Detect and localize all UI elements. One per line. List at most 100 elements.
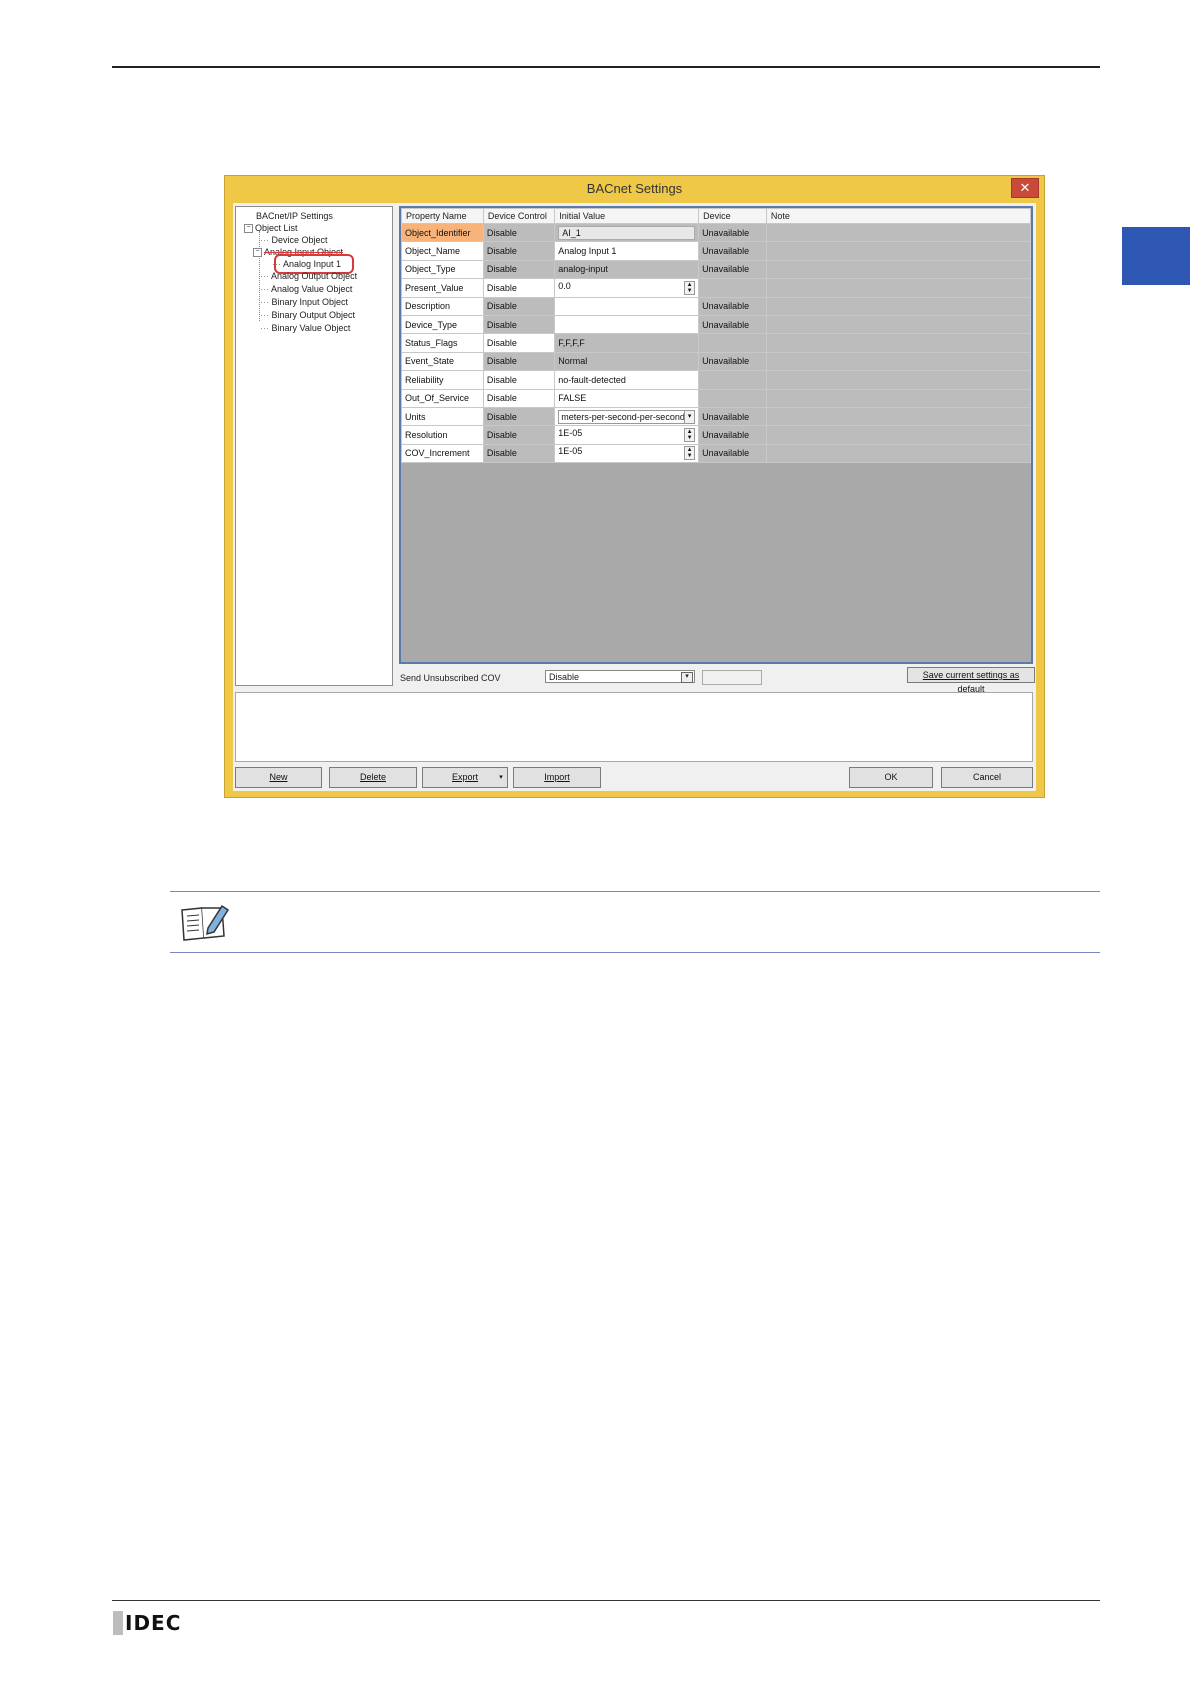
- units-dropdown[interactable]: meters-per-second-per-second ▾: [558, 409, 696, 424]
- property-name-cell[interactable]: Object_Identifier: [401, 222, 484, 243]
- tree-item-analog-output-object[interactable]: ··· Analog Output Object: [260, 270, 357, 282]
- tree-item-binary-input-object[interactable]: ··· Binary Input Object: [260, 296, 348, 308]
- device-control-cell[interactable]: Disable: [482, 370, 556, 390]
- device-cell: Unavailable: [698, 296, 767, 316]
- property-name-cell[interactable]: Present_Value: [401, 278, 484, 298]
- object-tree: BACnet/IP Settings − Object List ··· Devi…: [235, 206, 393, 686]
- tree-item-device-object[interactable]: ··· Device Object: [260, 234, 328, 246]
- initial-value-cell[interactable]: [554, 314, 700, 335]
- column-header-device[interactable]: Device: [698, 208, 767, 224]
- note-cell: [765, 222, 1031, 243]
- tree-item-label: Binary Value Object: [271, 323, 351, 333]
- table-row[interactable]: Resolution Disable ▲ ▼ 1E-05 Unavailable: [401, 425, 1031, 445]
- cov-blank-field: [702, 670, 762, 685]
- cancel-button[interactable]: Cancel: [941, 767, 1033, 788]
- initial-value-cell[interactable]: ▲ ▼ 1E-05: [554, 443, 700, 464]
- property-name-cell[interactable]: COV_Increment: [401, 443, 484, 464]
- device-cell: Unavailable: [698, 314, 767, 335]
- initial-value-cell[interactable]: meters-per-second-per-second ▾: [554, 406, 700, 427]
- device-control-cell[interactable]: Disable: [482, 333, 556, 353]
- close-icon[interactable]: ✕: [1011, 178, 1039, 198]
- tree-item-bacnet-ip-settings[interactable]: BACnet/IP Settings: [256, 210, 333, 222]
- property-name-cell[interactable]: Units: [401, 406, 484, 427]
- property-name-cell[interactable]: Resolution: [401, 425, 484, 445]
- chevron-down-icon[interactable]: ▾: [681, 672, 693, 683]
- table-row[interactable]: Object_Type Disable analog-input Unavail…: [401, 259, 1031, 280]
- note-cell: [765, 241, 1031, 261]
- column-header-note[interactable]: Note: [765, 208, 1031, 224]
- cov-select[interactable]: Disable ▾: [545, 670, 695, 683]
- tree-item-object-list[interactable]: − Object List: [244, 222, 298, 234]
- property-name-cell[interactable]: Event_State: [401, 351, 484, 372]
- initial-value-cell[interactable]: ▲ ▼ 0.0: [554, 278, 700, 298]
- table-row[interactable]: Status_Flags Disable F,F,F,F: [401, 333, 1031, 353]
- bottom-rule: [112, 1600, 1100, 1601]
- table-row[interactable]: COV_Increment Disable ▲ ▼ 1E-05 Unavailabl…: [401, 443, 1031, 464]
- logo-text: IDEC: [125, 1611, 182, 1635]
- initial-value-cell[interactable]: ▲ ▼ 1E-05: [554, 425, 700, 445]
- new-button[interactable]: New: [235, 767, 322, 788]
- initial-value-cell[interactable]: no-fault-detected: [554, 370, 700, 390]
- table-row[interactable]: Out_Of_Service Disable FALSE: [401, 388, 1031, 408]
- property-name-cell[interactable]: Device_Type: [401, 314, 484, 335]
- chevron-down-icon[interactable]: ▾: [684, 410, 695, 423]
- save-default-button[interactable]: Save current settings as default: [907, 667, 1035, 694]
- property-name-cell[interactable]: Object_Name: [401, 241, 484, 261]
- property-name-cell[interactable]: Reliability: [401, 370, 484, 390]
- window-client: BACnet/IP Settings − Object List ··· Devi…: [233, 203, 1036, 791]
- note-cell: [765, 351, 1031, 372]
- initial-value-text: 1E-05: [558, 427, 583, 438]
- table-row[interactable]: Units Disable meters-per-second-per-seco…: [401, 406, 1031, 427]
- note-cell: [765, 296, 1031, 316]
- initial-value-cell[interactable]: AI_1: [554, 222, 700, 243]
- device-cell: [698, 278, 767, 298]
- ok-button[interactable]: OK: [849, 767, 933, 788]
- initial-value-cell[interactable]: Analog Input 1: [554, 241, 700, 261]
- spinner-icon[interactable]: ▲ ▼: [684, 280, 696, 295]
- column-header-property-name[interactable]: Property Name: [401, 208, 484, 224]
- column-header-initial-value[interactable]: Initial Value: [554, 208, 700, 224]
- note-icon: [181, 904, 230, 941]
- device-control-cell: Disable: [482, 351, 556, 372]
- spinner-icon[interactable]: ▲ ▼: [684, 446, 696, 461]
- table-row[interactable]: Event_State Disable Normal Unavailable: [401, 351, 1031, 372]
- export-button[interactable]: Export ▾: [422, 767, 508, 788]
- table-row[interactable]: Device_Type Disable Unavailable: [401, 314, 1031, 335]
- tree-item-label: Object List: [255, 223, 298, 233]
- table-row[interactable]: Object_Identifier Disable AI_1 Unavailab…: [401, 222, 1031, 243]
- cov-select-value: Disable: [549, 672, 580, 682]
- collapse-icon[interactable]: −: [253, 248, 262, 258]
- initial-value-cell: analog-input: [554, 259, 700, 280]
- device-control-cell[interactable]: Disable: [482, 388, 556, 408]
- device-cell: Unavailable: [698, 425, 767, 445]
- device-control-cell[interactable]: Disable: [482, 278, 556, 298]
- bacnet-settings-window: BACnet Settings ✕ BACnet/IP Settings − Ob…: [224, 175, 1045, 798]
- tree-item-binary-output-object[interactable]: ··· Binary Output Object: [260, 309, 355, 321]
- device-control-cell: Disable: [482, 296, 556, 316]
- spinner-icon[interactable]: ▲ ▼: [684, 427, 696, 442]
- initial-value-cell[interactable]: [554, 296, 700, 316]
- delete-button[interactable]: Delete: [329, 767, 417, 788]
- top-rule: [112, 66, 1100, 68]
- chevron-down-icon[interactable]: ▾: [495, 768, 507, 787]
- table-row[interactable]: Description Disable Unavailable: [401, 296, 1031, 316]
- table-row[interactable]: Object_Name Disable Analog Input 1 Unava…: [401, 241, 1031, 261]
- property-name-cell[interactable]: Out_Of_Service: [401, 388, 484, 408]
- device-control-cell: Disable: [482, 406, 556, 427]
- import-button[interactable]: Import: [513, 767, 601, 788]
- note-cell: [765, 278, 1031, 298]
- property-name-cell[interactable]: Description: [401, 296, 484, 316]
- tree-item-binary-value-object[interactable]: ··· Binary Value Object: [260, 322, 350, 334]
- property-name-cell[interactable]: Object_Type: [401, 259, 484, 280]
- collapse-icon[interactable]: −: [244, 224, 253, 234]
- device-control-cell: Disable: [482, 443, 556, 464]
- column-header-device-control[interactable]: Device Control: [482, 208, 556, 224]
- tree-item-analog-value-object[interactable]: ··· Analog Value Object: [260, 283, 352, 295]
- table-row[interactable]: Reliability Disable no-fault-detected: [401, 370, 1031, 390]
- note-cell: [765, 259, 1031, 280]
- property-grid: Property Name Device Control Initial Val…: [399, 206, 1033, 664]
- device-control-cell: Disable: [482, 425, 556, 445]
- initial-value-cell[interactable]: FALSE: [554, 388, 700, 408]
- property-name-cell[interactable]: Status_Flags: [401, 333, 484, 353]
- table-row[interactable]: Present_Value Disable ▲ ▼ 0.0: [401, 278, 1031, 298]
